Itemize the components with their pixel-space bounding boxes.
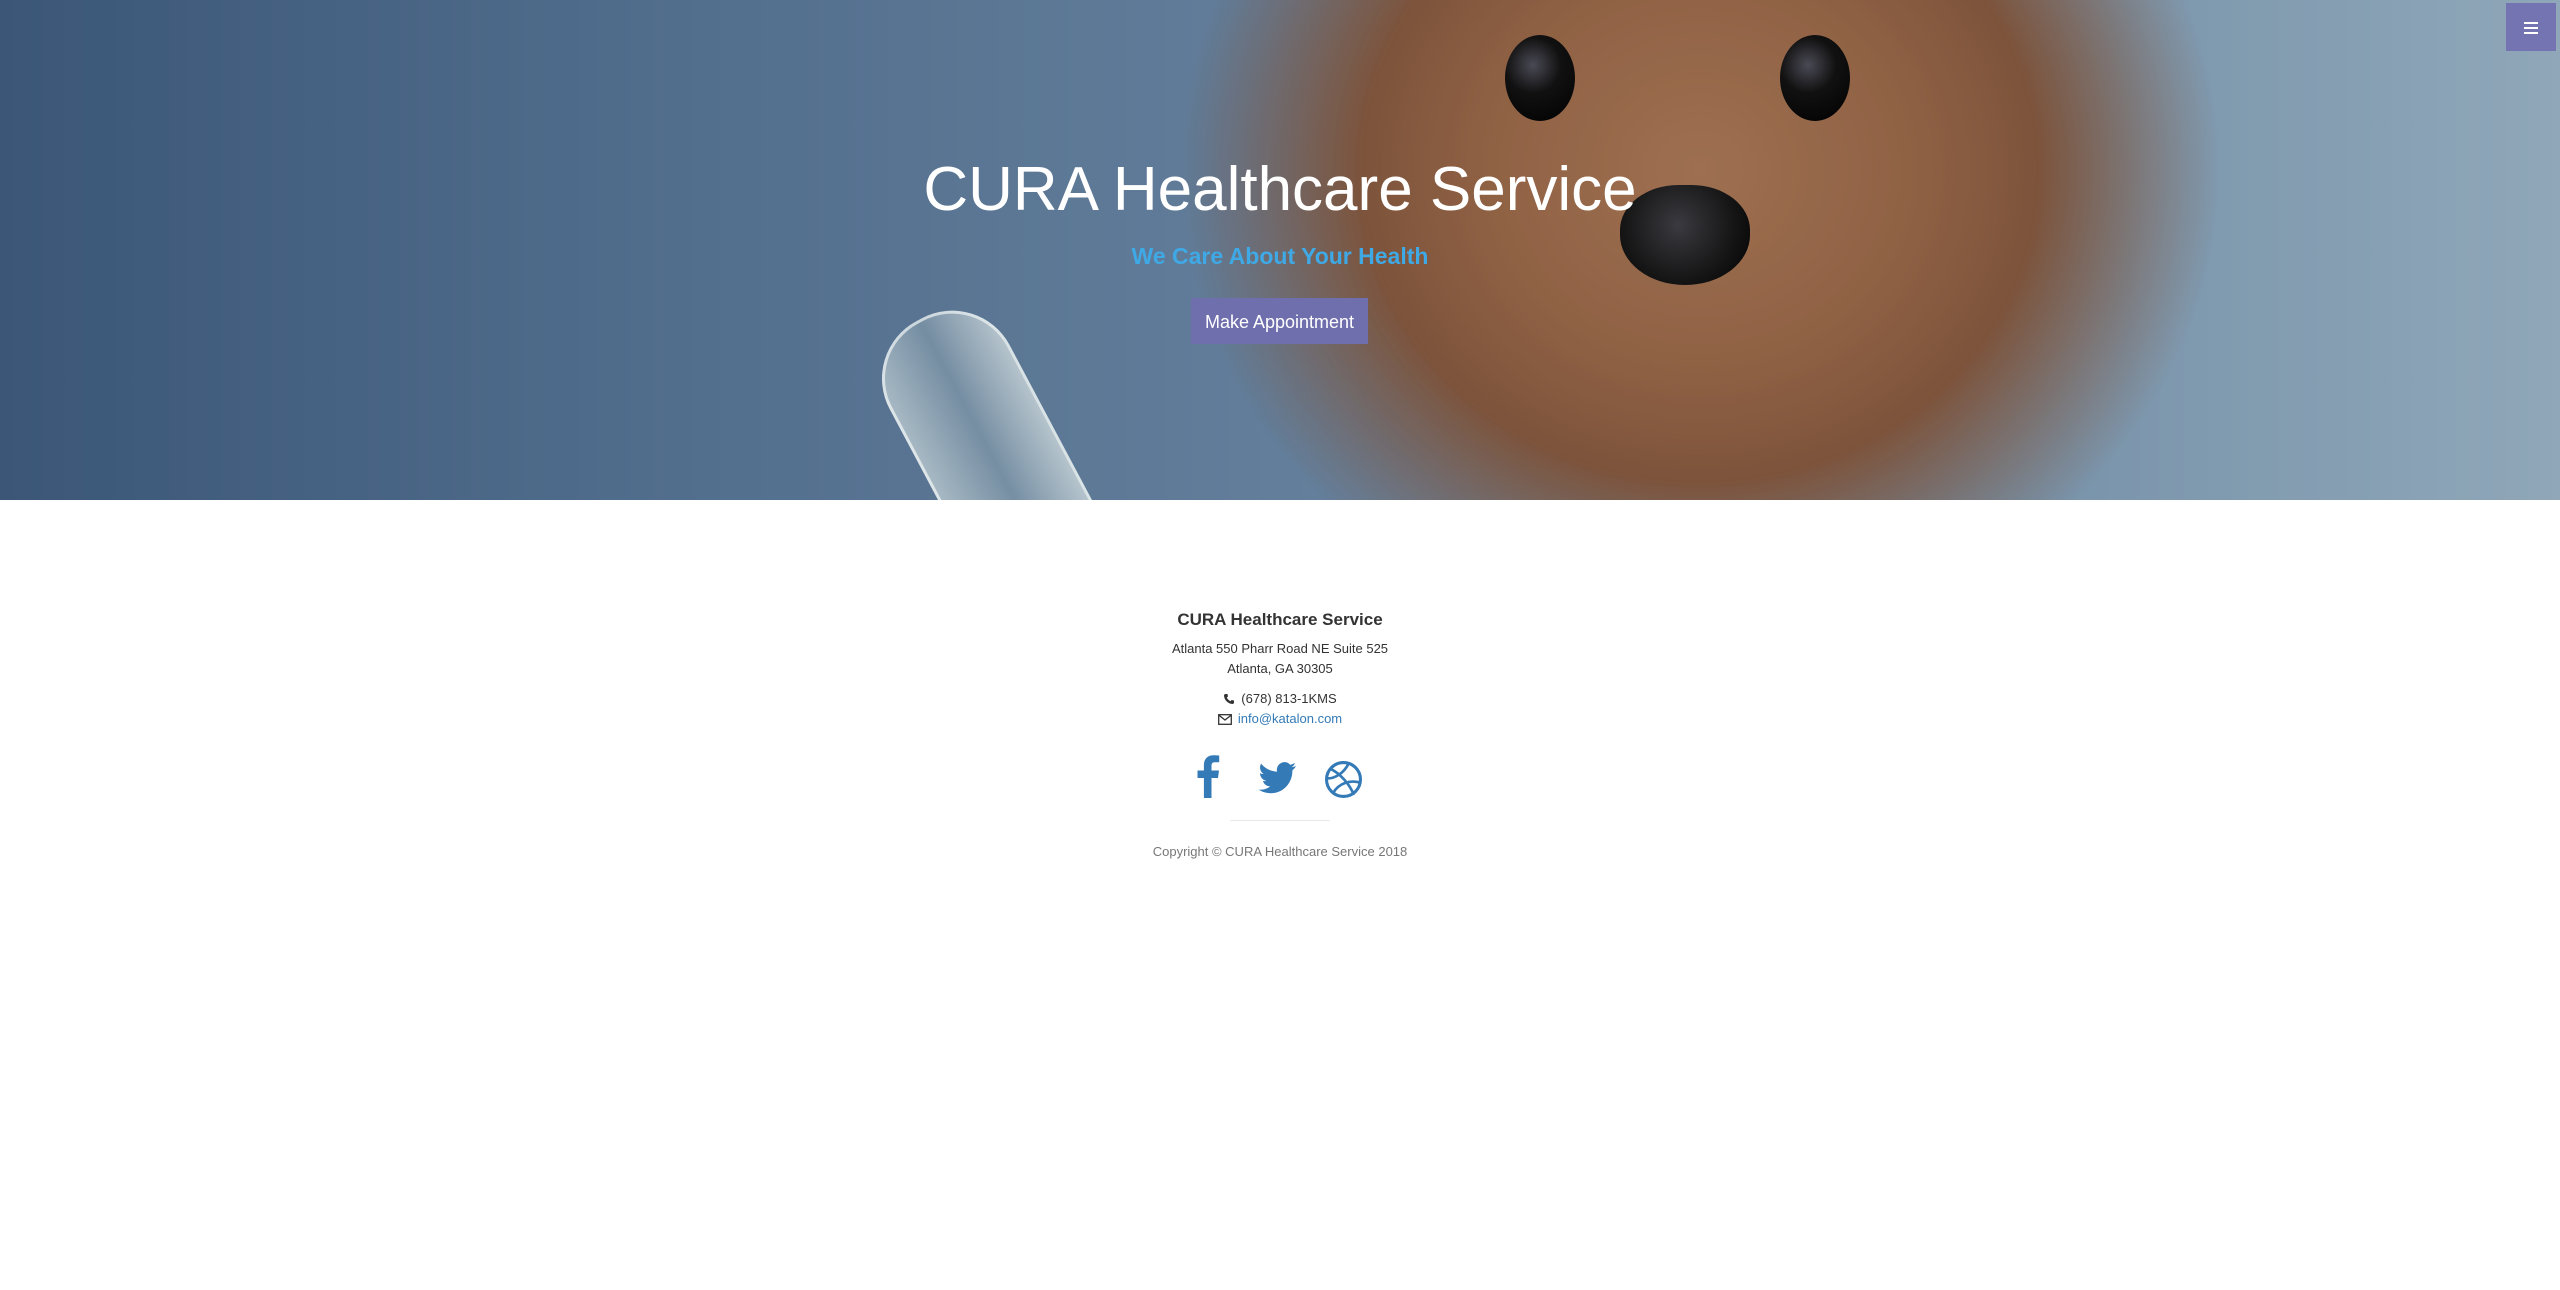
hero-title: CURA Healthcare Service	[923, 155, 1637, 224]
bear-eye-right	[1780, 35, 1850, 121]
email-line: info@katalon.com	[0, 709, 2560, 731]
menu-toggle-button[interactable]	[2506, 3, 2556, 51]
envelope-icon	[1217, 711, 1232, 731]
footer-divider	[1230, 820, 1330, 821]
dribbble-icon[interactable]	[1325, 761, 1362, 805]
bear-eye-left	[1505, 35, 1575, 121]
make-appointment-button[interactable]: Make Appointment	[1191, 298, 1368, 344]
twitter-icon[interactable]	[1258, 762, 1296, 806]
phone-line: (678) 813-1KMS	[0, 689, 2560, 711]
facebook-icon[interactable]	[1196, 754, 1220, 798]
phone-number: (678) 813-1KMS	[1241, 691, 1337, 706]
email-link[interactable]: info@katalon.com	[1238, 711, 1342, 726]
address-line-2: Atlanta, GA 30305	[1227, 661, 1333, 676]
footer-title: CURA Healthcare Service	[1177, 610, 1383, 629]
address-line-1: Atlanta 550 Pharr Road NE Suite 525	[1171, 641, 1389, 656]
phone-icon	[1223, 691, 1235, 711]
test-tube	[859, 287, 1137, 500]
hero-subtitle: We Care About Your Health	[1131, 243, 1429, 269]
copyright-text: Copyright © CURA Healthcare Service 2018	[1152, 844, 1408, 859]
